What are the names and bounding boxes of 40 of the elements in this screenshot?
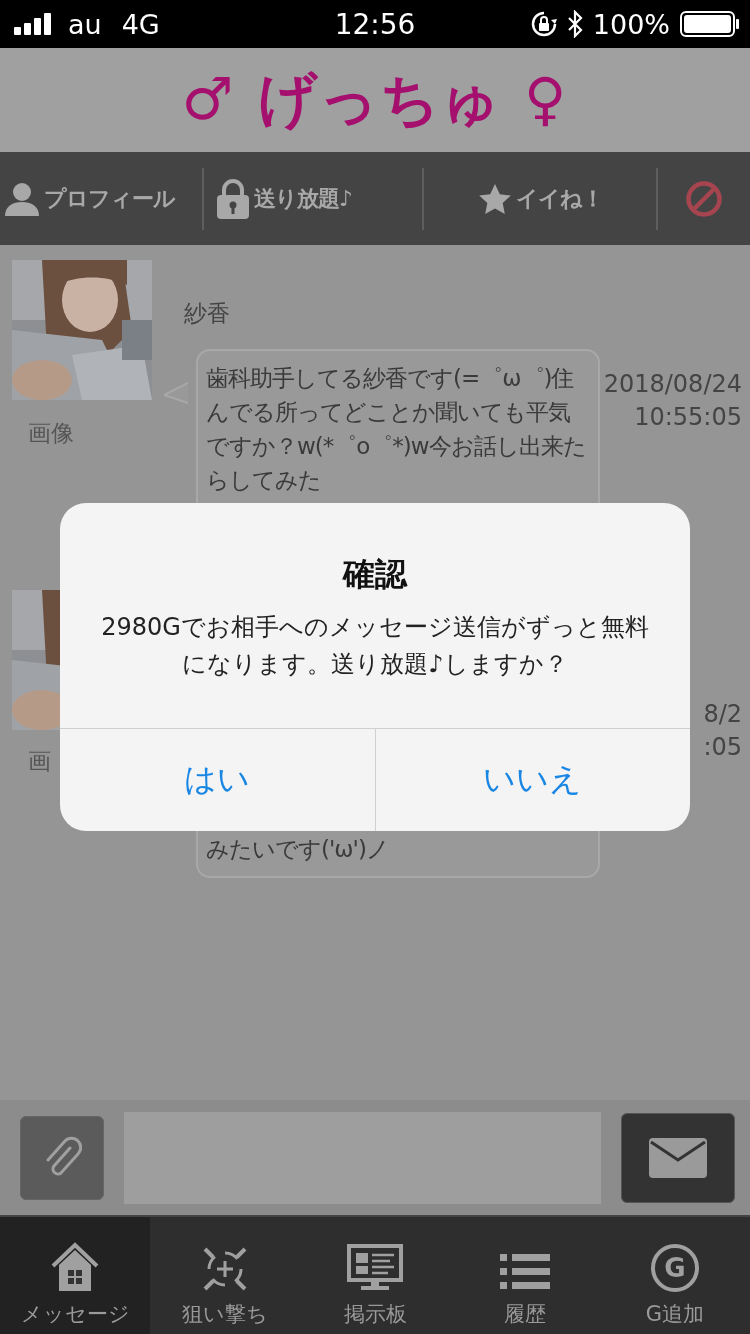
monitor-icon <box>347 1244 403 1292</box>
carrier-name: au <box>68 8 102 40</box>
star-button[interactable]: イイね！ <box>424 168 656 229</box>
block-icon <box>685 179 723 218</box>
rotation-lock-icon <box>530 11 557 37</box>
star-icon <box>477 182 512 215</box>
message-text: 歯科助手してる紗香です(=゜ω゜)住んでる所ってどことか聞いても平気ですか？w(*゜o゜*)w今お話し出来たらしてみた <box>206 364 587 495</box>
lock-button[interactable]: 送り放題♪ <box>204 168 422 229</box>
dialog-title: 確認 <box>343 554 407 595</box>
profile-button[interactable]: プロフィール <box>0 168 202 229</box>
bluetooth-icon <box>566 10 583 38</box>
clock-time: 12:56 <box>334 7 416 41</box>
message-time: 2018/08/24 10:55:05 <box>602 369 743 433</box>
image-label: 画像 <box>28 419 75 448</box>
envelope-icon <box>649 1137 708 1178</box>
tab[interactable]: G G追加 <box>600 1217 750 1334</box>
tab[interactable]: メッセージ <box>0 1217 150 1334</box>
dialog-message: 2980Gでお相手へのメッセージ送信がずっと無料になります。送り放題♪しますか？ <box>100 612 650 680</box>
image-label: 画 <box>28 747 52 776</box>
sender-name: 紗香 <box>184 299 231 328</box>
signal-icon <box>14 13 54 35</box>
tab[interactable]: 履歴 <box>450 1217 600 1334</box>
list-icon <box>500 1252 550 1292</box>
message-text: みたいです('ω')ノ <box>206 835 389 864</box>
app-logo: ♂ げっちゅ ♀ <box>181 64 569 135</box>
battery-icon <box>680 11 740 37</box>
coin-icon: G <box>651 1244 699 1292</box>
dialog-button[interactable]: はい <box>60 729 375 831</box>
person-icon <box>4 180 40 217</box>
network-type: 4G <box>121 8 160 40</box>
send-button[interactable] <box>621 1112 735 1203</box>
dialog-button[interactable]: いいえ <box>374 729 690 831</box>
tab[interactable]: 狙い撃ち <box>150 1217 300 1334</box>
attach-button[interactable] <box>20 1115 104 1200</box>
crosshair-icon <box>202 1246 248 1292</box>
message-time: 8/2 :05 <box>702 699 743 763</box>
home-icon <box>50 1242 100 1292</box>
tab[interactable]: 掲示板 <box>300 1217 450 1334</box>
battery-percent: 100% <box>592 8 670 40</box>
lock-icon <box>216 178 250 219</box>
